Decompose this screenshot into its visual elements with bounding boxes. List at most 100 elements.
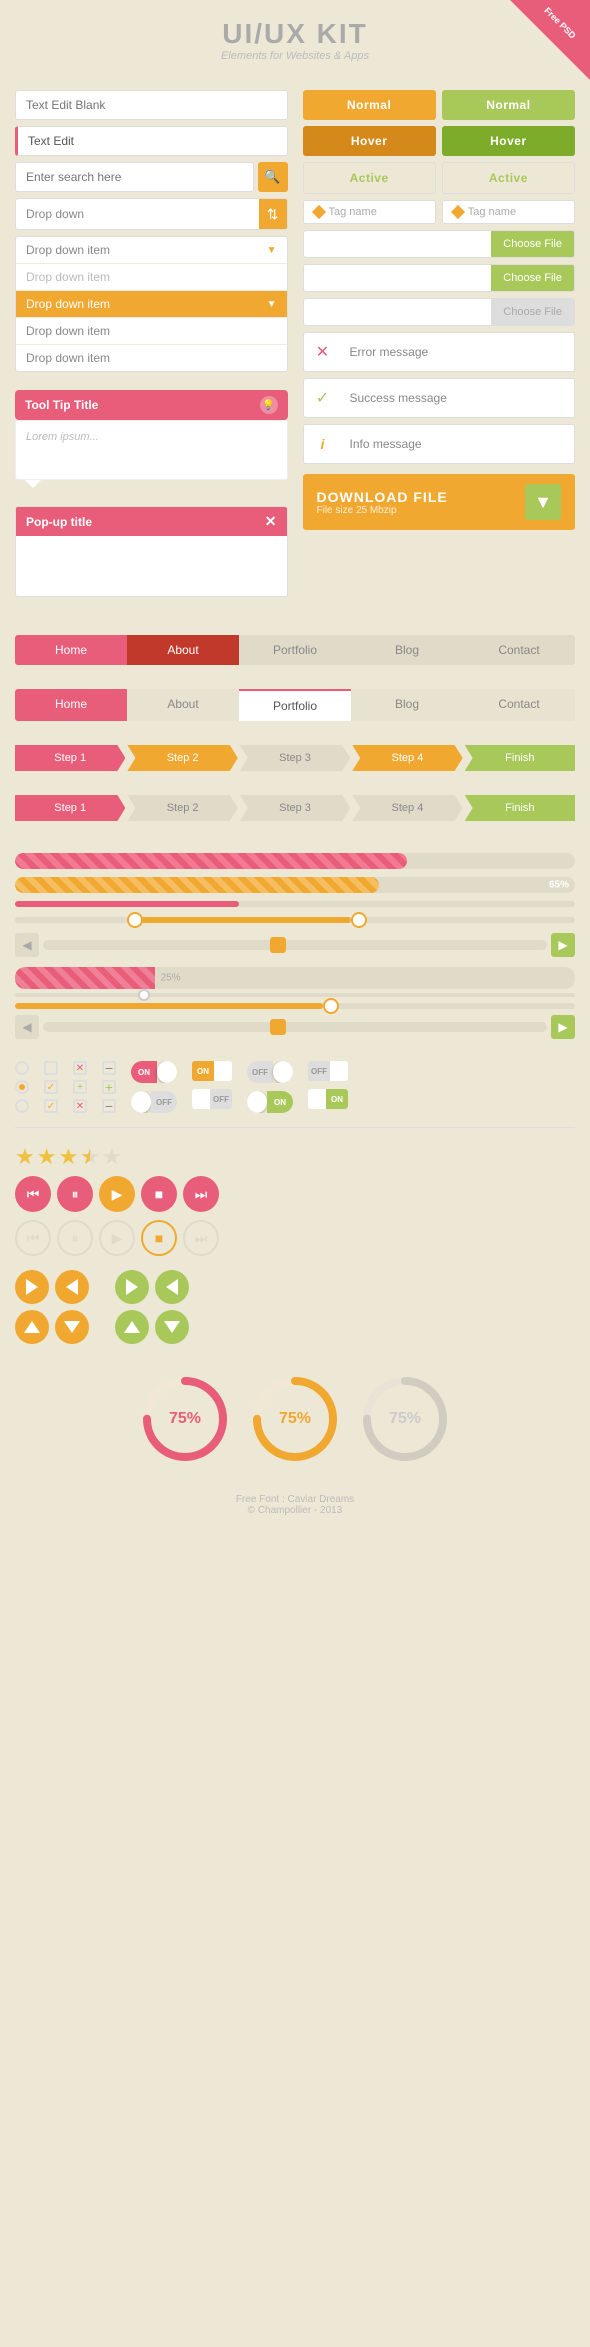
sq-toggle-on[interactable]: ON [192,1061,232,1081]
plusminus-item-2[interactable]: + [102,1080,116,1094]
dropdown-arrow-button[interactable]: ⇅ [259,199,287,229]
star-5-empty[interactable]: ★ [102,1144,122,1170]
pause-button-outline[interactable]: ⏸ [57,1220,93,1256]
dropdown-item-1[interactable]: Drop down item [16,237,287,264]
nav-item-about-2[interactable]: About [127,689,239,721]
rewind-button-pink[interactable]: ⏮ [15,1176,51,1212]
nav-item-contact-2[interactable]: Contact [463,689,575,721]
nav-item-blog-2[interactable]: Blog [351,689,463,721]
radio-item-3[interactable] [15,1099,29,1113]
checkbox-item-1[interactable] [44,1061,58,1075]
rewind-button-outline[interactable]: ⏮ [15,1220,51,1256]
stop-button-pink[interactable]: ■ [141,1176,177,1212]
toggle-thumb-on [157,1061,177,1083]
text-edit-blank-input[interactable] [15,90,288,120]
play-button-orange[interactable]: ▶ [99,1176,135,1212]
dropdown-item-3[interactable]: Drop down item [16,291,287,318]
step-finish-a[interactable]: Finish [465,745,575,771]
dropdown-item-2[interactable]: Drop down item [16,264,287,291]
dropdown-item-5[interactable]: Drop down item [16,345,287,371]
arrow-right-button[interactable]: ▶ [551,933,575,957]
nav-item-portfolio-2[interactable]: Portfolio [239,689,351,721]
arrow-right-green[interactable] [115,1270,149,1304]
range-slider[interactable] [15,917,575,923]
download-button[interactable]: DOWNLOAD FILE File size 25 Mbzip ▼ [303,474,576,530]
active-button-green[interactable]: Active [442,162,575,194]
arrow-up-green[interactable] [115,1310,149,1344]
forward-button-outline[interactable]: ⏭ [183,1220,219,1256]
g-toggle-off[interactable]: OFF [247,1061,293,1083]
step-4-b[interactable]: Step 4 [352,795,462,821]
xcheck-item-3[interactable]: ✕ [73,1099,87,1113]
hover-button-green[interactable]: Hover [442,126,575,156]
step-2-b[interactable]: Step 2 [127,795,237,821]
slider-thumb-right[interactable] [351,912,367,928]
popup-close-button[interactable]: ✕ [265,513,277,530]
step-finish-b[interactable]: Finish [465,795,575,821]
solid-range-thumb[interactable] [323,998,339,1014]
text-edit-input[interactable] [15,126,288,156]
search-button[interactable]: 🔍 [258,162,288,192]
toggle-on[interactable]: ON [131,1061,177,1083]
choose-file-button-2[interactable]: Choose File [491,265,574,291]
tag-1[interactable]: Tag name [303,200,436,224]
sq-toggle-off[interactable]: OFF [192,1089,232,1109]
nav-item-about-1[interactable]: About [127,635,239,665]
checkbox-item-3[interactable]: ✓ [44,1099,58,1113]
nav-item-portfolio-1[interactable]: Portfolio [239,635,351,665]
search-input[interactable] [15,162,254,192]
toggle-off[interactable]: OFF [131,1091,177,1113]
arrow-down-orange[interactable] [55,1310,89,1344]
hover-button-orange[interactable]: Hover [303,126,436,156]
dropdown-closed[interactable]: Drop down ⇅ [15,198,288,230]
tag-2[interactable]: Tag name [442,200,575,224]
step-3-b[interactable]: Step 3 [240,795,350,821]
arrow-up-orange[interactable] [15,1310,49,1344]
xcheck-item-2[interactable]: + [73,1080,87,1094]
g-toggle-on[interactable]: ON [247,1091,293,1113]
stop-button-outline[interactable]: ■ [141,1220,177,1256]
normal-button-orange[interactable]: Normal [303,90,436,120]
play-button-outline[interactable]: ▶ [99,1220,135,1256]
step-1-a[interactable]: Step 1 [15,745,125,771]
star-1[interactable]: ★ [15,1144,35,1170]
arrow-thumb[interactable] [270,937,286,953]
arrow-left-button[interactable]: ◀ [15,933,39,957]
arrow-right-button-2[interactable]: ▶ [551,1015,575,1039]
star-4-half[interactable]: ★ [80,1144,100,1170]
normal-button-green[interactable]: Normal [442,90,575,120]
gs-toggle-on[interactable]: ON [308,1089,348,1109]
choose-file-button-1[interactable]: Choose File [491,231,574,257]
slider-thumb-left[interactable] [127,912,143,928]
arrow-thumb-2[interactable] [270,1019,286,1035]
plusminus-item-1[interactable]: − [102,1061,116,1075]
step-1-b[interactable]: Step 1 [15,795,125,821]
star-3[interactable]: ★ [58,1144,78,1170]
info-icon: i [304,425,342,463]
nav-item-blog-1[interactable]: Blog [351,635,463,665]
nav-item-home-1[interactable]: Home [15,635,127,665]
checkbox-item-2[interactable]: ✓ [44,1080,58,1094]
arrow-left-button-2[interactable]: ◀ [15,1015,39,1039]
nav-item-contact-1[interactable]: Contact [463,635,575,665]
star-2[interactable]: ★ [37,1144,57,1170]
radio-item-1[interactable] [15,1061,29,1075]
radio-item-2[interactable] [15,1080,29,1094]
forward-button-pink[interactable]: ⏭ [183,1176,219,1212]
sq-toggle-off-row: OFF [192,1089,232,1109]
plusminus-item-3[interactable]: − [102,1099,116,1113]
xcheck-item-1[interactable]: ✕ [73,1061,87,1075]
dropdown-item-4[interactable]: Drop down item [16,318,287,345]
nav-item-home-2[interactable]: Home [15,689,127,721]
gs-toggle-off[interactable]: OFF [308,1061,348,1081]
active-button-orange[interactable]: Active [303,162,436,194]
pause-button-pink[interactable]: ⏸ [57,1176,93,1212]
step-4-a[interactable]: Step 4 [352,745,462,771]
arrow-left-orange[interactable] [55,1270,89,1304]
step-2-a[interactable]: Step 2 [127,745,237,771]
arrow-down-green[interactable] [155,1310,189,1344]
arrow-right-orange[interactable] [15,1270,49,1304]
step-3-a[interactable]: Step 3 [240,745,350,771]
arrow-left-green[interactable] [155,1270,189,1304]
mini-slider-thumb[interactable] [138,989,150,1001]
